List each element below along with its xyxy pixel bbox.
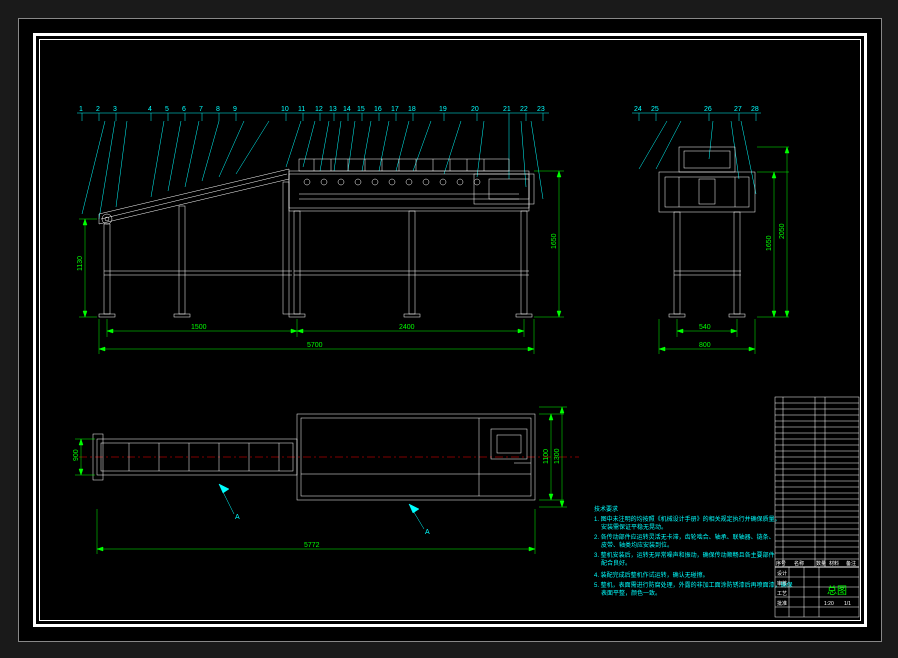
dim-s1: 1500 (191, 324, 207, 331)
ref-6: 6 (182, 106, 186, 113)
ref-17: 17 (391, 106, 399, 113)
ref-27: 27 (734, 106, 742, 113)
dim-pw3: 1300 (554, 448, 561, 464)
note-5b: 表面平整，颜色一致。 (601, 589, 661, 597)
drawing-canvas: 1 2 3 4 5 6 7 8 9 10 11 12 13 14 15 16 1… (19, 19, 881, 641)
notes-heading: 技术要求 (594, 505, 618, 513)
note-2: 2. 各传动部件应运转灵活无卡滞，齿轮啮合、轴承、联轴器、链条、 (594, 533, 775, 541)
ref-9: 9 (233, 106, 237, 113)
ref-25: 25 (651, 106, 659, 113)
ref-10: 10 (281, 106, 289, 113)
ref-7: 7 (199, 106, 203, 113)
note-3: 3. 整机安装后，运转无异常噪声和振动，确保传动顺畅且各主要部件 (594, 551, 775, 559)
dim-pw2: 1100 (543, 449, 550, 464)
dim-s2: 2400 (399, 324, 415, 331)
ref-2: 2 (96, 106, 100, 113)
ref-5: 5 (165, 106, 169, 113)
dim-eh1: 1650 (766, 235, 773, 251)
ref-28: 28 (751, 106, 759, 113)
bom-col-5: 备注 (846, 560, 856, 567)
ref-21: 21 (503, 106, 511, 113)
ref-12: 12 (315, 106, 323, 113)
note-4: 4. 装配完成后整机作试运转，确认无碰擦。 (594, 571, 709, 579)
sign-proc: 工艺 (777, 591, 787, 597)
plan-view: A A (73, 407, 579, 554)
dim-total: 5700 (307, 342, 323, 349)
ref-23: 23 (537, 106, 545, 113)
ref-16: 16 (374, 106, 382, 113)
section-a1: A (235, 514, 240, 521)
ref-11: 11 (298, 106, 305, 113)
ref-26: 26 (704, 106, 712, 113)
note-3b: 配合良好。 (601, 559, 631, 567)
side-elevation: 1 2 3 4 5 6 7 8 9 10 11 12 13 14 15 16 1… (77, 106, 564, 354)
bom-col-4: 材料 (829, 560, 839, 567)
note-1b: 安装需保证平稳无晃动。 (601, 523, 667, 531)
ref-15: 15 (357, 106, 365, 113)
bom-col-3: 数量 (816, 560, 826, 567)
section-a2: A (425, 529, 430, 536)
ref-13: 13 (329, 106, 337, 113)
ref-22: 22 (520, 106, 528, 113)
dim-plen: 5772 (304, 542, 320, 549)
ref-20: 20 (471, 106, 479, 113)
dim-h2: 1650 (551, 233, 558, 249)
note-5: 5. 整机，表面需进行防腐处理，外露的非加工面涂防锈漆后再喷面漆，确保 (594, 581, 793, 589)
note-1: 1. 图中未注明的均按照《机械设计手册》的相关规定执行并确保质量。 (594, 515, 781, 523)
sign-check: 审核 (777, 580, 787, 587)
ref-4: 4 (148, 106, 152, 113)
ref-1: 1 (79, 106, 83, 113)
cad-frame: 1 2 3 4 5 6 7 8 9 10 11 12 13 14 15 16 1… (18, 18, 882, 642)
sign-appr: 批准 (777, 600, 787, 607)
note-2b: 皮带、轴类均应安装到位。 (601, 541, 673, 549)
bom-col-1: 序号 (776, 560, 786, 567)
dim-endw: 540 (699, 324, 711, 331)
ref-19: 19 (439, 106, 447, 113)
dim-pw1: 900 (73, 449, 80, 461)
ref-18: 18 (408, 106, 416, 113)
dim-eh2: 2050 (779, 223, 786, 239)
ref-14: 14 (343, 106, 351, 113)
dim-h1: 1130 (77, 256, 84, 271)
sheet: 1/1 (844, 601, 851, 607)
bom-col-2: 名称 (794, 560, 804, 567)
ref-8: 8 (216, 106, 220, 113)
ref-24: 24 (634, 106, 642, 113)
ref-3: 3 (113, 106, 117, 113)
tech-notes: 技术要求 1. 图中未注明的均按照《机械设计手册》的相关规定执行并确保质量。 安… (594, 505, 793, 597)
scale: 1:20 (824, 601, 834, 607)
dim-endt: 800 (699, 342, 711, 349)
drawing-title: 总图 (827, 584, 847, 597)
end-elevation: 24 25 26 27 28 (632, 106, 789, 354)
sign-design: 设计 (777, 570, 787, 577)
